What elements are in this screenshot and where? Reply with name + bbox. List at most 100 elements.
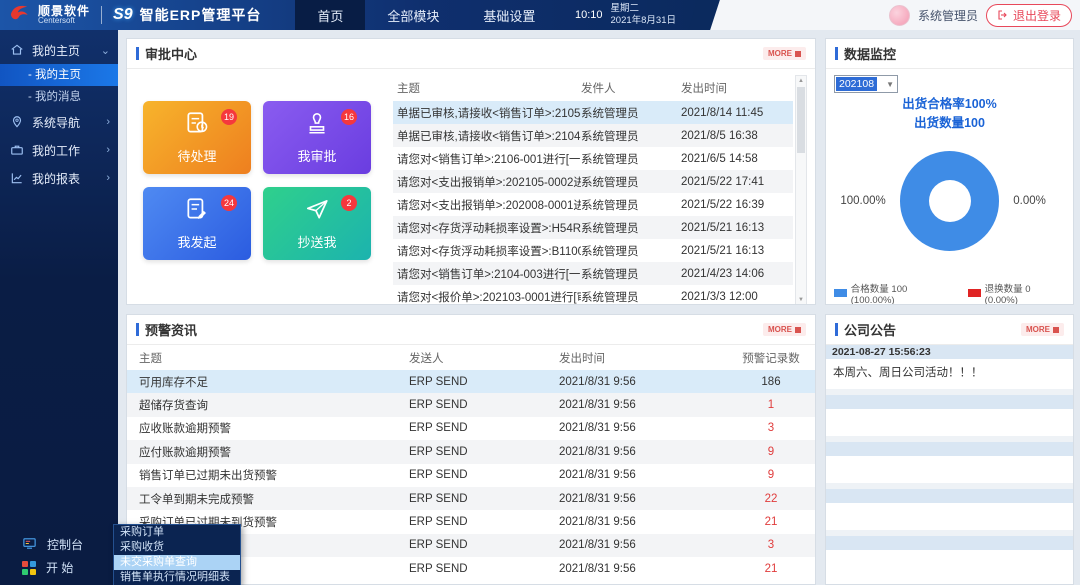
approval-tile[interactable]: 待处理19 xyxy=(143,101,251,174)
alert-row[interactable]: 销售订单已过期未出货预警ERP SEND2021/8/31 9:569 xyxy=(127,464,815,487)
announcements-panel-title: 公司公告 xyxy=(844,320,896,339)
approval-row[interactable]: 请您对<销售订单>:2106-001进行[一审]系统管理员2021/6/5 14… xyxy=(393,147,793,170)
sidebar-footer-item[interactable]: 控制台 xyxy=(0,533,118,556)
scroll-up-icon[interactable]: ▲ xyxy=(796,76,806,86)
approval-row[interactable]: 单据已审核,请接收<销售订单>:2104-002系统管理员2021/8/5 16… xyxy=(393,124,793,147)
monitor-body: 202108 ▼ 出货合格率100% 出货数量100 100.00% 0.00%… xyxy=(826,69,1073,305)
nav-tab[interactable]: 全部模块 xyxy=(365,0,461,30)
popup-menu-item[interactable]: 销售单执行情况明细表 xyxy=(114,570,240,585)
app-root: 顺景软件 Centersoft S9 智能ERP管理平台 首页全部模块基础设置 … xyxy=(0,0,1080,585)
sidebar-item[interactable]: 我的报表› xyxy=(0,164,118,192)
approval-sender: 系统管理员 xyxy=(581,266,681,282)
sidebar-footer-item[interactable]: 开 始 xyxy=(0,556,118,579)
approval-scrollbar[interactable]: ▲ ▼ xyxy=(795,75,807,305)
approval-row[interactable]: 请您对<存货浮动耗损率设置>:B11000001进行[审核]系统管理员2021/… xyxy=(393,239,793,262)
header: 顺景软件 Centersoft S9 智能ERP管理平台 首页全部模块基础设置 … xyxy=(0,0,1080,30)
alert-time: 2021/8/31 9:56 xyxy=(559,399,727,411)
scroll-thumb[interactable] xyxy=(797,87,805,153)
count-badge: 16 xyxy=(341,109,357,125)
approval-more-button[interactable]: MORE xyxy=(763,47,806,60)
approval-row[interactable]: 请您对<支出报销单>:202105-0002进行[审核]系统管理员2021/5/… xyxy=(393,170,793,193)
popup-menu-item[interactable]: 采购收货 xyxy=(114,540,240,555)
sidebar-item[interactable]: 我的工作› xyxy=(0,136,118,164)
approval-time: 2021/8/14 11:45 xyxy=(681,107,793,119)
approval-subject: 单据已审核,请接收<销售订单>:2104-002 xyxy=(393,128,581,144)
period-select[interactable]: 202108 ▼ xyxy=(834,75,898,93)
nav-tab[interactable]: 首页 xyxy=(295,0,365,30)
alert-count: 21 xyxy=(727,516,815,528)
more-icon xyxy=(795,51,801,57)
count-badge: 2 xyxy=(341,195,357,211)
alert-subject: 可用库存不足 xyxy=(127,374,409,390)
alerts-table-header: 主题 发送人 发出时间 预警记录数 xyxy=(127,345,815,370)
alert-subject: 应付账款逾期预警 xyxy=(127,444,409,460)
brand-name-en: Centersoft xyxy=(38,17,90,25)
popup-menu-item[interactable]: 采购订单 xyxy=(114,525,240,540)
paper-plane-icon xyxy=(304,196,330,227)
notice-time-bar[interactable] xyxy=(826,442,1073,456)
alert-count: 3 xyxy=(727,422,815,434)
monitor-panel-head: 数据监控 xyxy=(826,39,1073,69)
logout-button[interactable]: 退出登录 xyxy=(986,4,1072,27)
alert-row[interactable]: 工令单到期未完成预警ERP SEND2021/8/31 9:5622 xyxy=(127,487,815,510)
approval-sender: 系统管理员 xyxy=(581,174,681,190)
monitor-panel-title: 数据监控 xyxy=(844,44,896,63)
sidebar-item[interactable]: 系统导航› xyxy=(0,108,118,136)
approval-sender: 系统管理员 xyxy=(581,105,681,121)
alert-sender: ERP SEND xyxy=(409,422,559,434)
header-navy-band: 顺景软件 Centersoft S9 智能ERP管理平台 首页全部模块基础设置 … xyxy=(0,0,706,30)
notice-time-bar[interactable]: 2021-08-27 15:56:23 xyxy=(826,345,1073,359)
chevron-right-icon: › xyxy=(106,144,110,156)
approval-subject: 请您对<销售订单>:2104-003进行[一审] xyxy=(393,266,581,282)
approval-subject: 请您对<报价单>:202103-0001进行[审核] xyxy=(393,289,581,305)
notice-time-bar[interactable] xyxy=(826,489,1073,503)
donut-chart[interactable] xyxy=(900,151,1000,251)
sidebar-subitem[interactable]: - 我的主页 xyxy=(0,64,118,86)
approval-subject: 请您对<销售订单>:2106-001进行[一审] xyxy=(393,151,581,167)
avatar[interactable] xyxy=(889,5,910,26)
logout-icon xyxy=(997,9,1009,21)
approval-row[interactable]: 单据已审核,请接收<销售订单>:2105-001系统管理员2021/8/14 1… xyxy=(393,101,793,124)
approval-sender: 系统管理员 xyxy=(581,128,681,144)
approval-row[interactable]: 请您对<销售订单>:2104-003进行[一审]系统管理员2021/4/23 1… xyxy=(393,262,793,285)
alert-time: 2021/8/31 9:56 xyxy=(559,376,727,388)
notice-time-bar[interactable] xyxy=(826,536,1073,550)
popup-menu-item[interactable]: 未交采购单查询 xyxy=(114,555,240,570)
notice-time-bar[interactable] xyxy=(826,395,1073,409)
main: 审批中心 MORE 待处理19我审批16我发起24抄送我2 主题 发件人 发出时… xyxy=(118,30,1080,585)
approval-tile[interactable]: 抄送我2 xyxy=(263,187,371,260)
alert-count: 22 xyxy=(727,493,815,505)
alert-time: 2021/8/31 9:56 xyxy=(559,539,727,551)
announcements-more-button[interactable]: MORE xyxy=(1021,323,1064,336)
alerts-more-button[interactable]: MORE xyxy=(763,323,806,336)
sidebar-footer-label: 开 始 xyxy=(46,559,73,576)
logout-label: 退出登录 xyxy=(1013,7,1061,24)
scroll-down-icon[interactable]: ▼ xyxy=(796,295,806,305)
alert-row[interactable]: 超储存货查询ERP SEND2021/8/31 9:561 xyxy=(127,393,815,416)
approval-row[interactable]: 请您对<存货浮动耗损率设置>:H54R15006002进行[审核]系统管理员20… xyxy=(393,216,793,239)
alert-row[interactable]: 应付账款逾期预警ERP SEND2021/8/31 9:569 xyxy=(127,440,815,463)
alert-row[interactable]: 应收账款逾期预警ERP SEND2021/8/31 9:563 xyxy=(127,417,815,440)
date: 2021年8月31日 xyxy=(611,15,676,27)
monitor-summary: 出货合格率100% 出货数量100 xyxy=(834,95,1065,133)
approval-tile[interactable]: 我发起24 xyxy=(143,187,251,260)
approval-sender: 系统管理员 xyxy=(581,197,681,213)
brand-text: 顺景软件 Centersoft xyxy=(38,5,90,26)
approval-row[interactable]: 请您对<报价单>:202103-0001进行[审核]系统管理员2021/3/3 … xyxy=(393,285,793,305)
approval-subject: 请您对<存货浮动耗损率设置>:H54R15006002进行[审核] xyxy=(393,220,581,236)
approval-tile[interactable]: 我审批16 xyxy=(263,101,371,174)
alert-subject: 超储存货查询 xyxy=(127,397,409,413)
approval-row[interactable]: 请您对<支出报销单>:202008-0001进行[审核]系统管理员2021/5/… xyxy=(393,193,793,216)
approval-sender: 系统管理员 xyxy=(581,243,681,259)
console-icon xyxy=(22,536,37,554)
nav-tab[interactable]: 基础设置 xyxy=(461,0,557,30)
title-accent-bar xyxy=(835,323,838,336)
sidebar-subitem[interactable]: - 我的消息 xyxy=(0,86,118,108)
briefcase-icon xyxy=(10,143,25,158)
alert-row[interactable]: 可用库存不足ERP SEND2021/8/31 9:56186 xyxy=(127,370,815,393)
chart-icon xyxy=(10,171,25,186)
alert-count: 3 xyxy=(727,539,815,551)
alerts-panel-title: 预警资讯 xyxy=(145,320,197,339)
sidebar-item[interactable]: 我的主页⌄ xyxy=(0,36,118,64)
approval-table: 主题 发件人 发出时间 单据已审核,请接收<销售订单>:2105-001系统管理… xyxy=(393,75,807,305)
